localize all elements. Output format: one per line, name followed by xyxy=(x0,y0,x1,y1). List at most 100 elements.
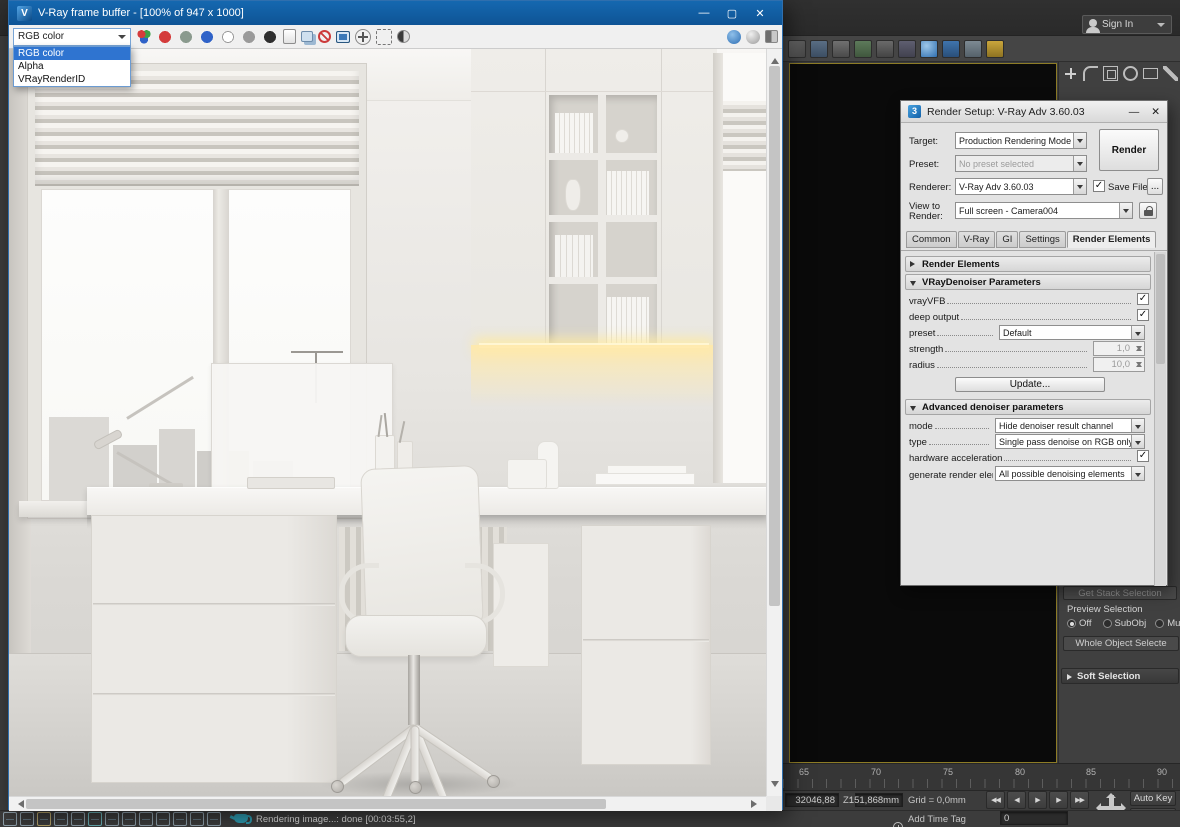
statusbar-mini-icon[interactable] xyxy=(139,812,153,826)
blue-channel-icon[interactable] xyxy=(199,29,215,45)
save-file-browse-button[interactable]: ... xyxy=(1147,178,1163,195)
compare-ab-icon[interactable] xyxy=(397,30,410,43)
radio-subobj[interactable] xyxy=(1103,619,1112,628)
black-level-icon[interactable] xyxy=(262,29,278,45)
dialog-scrollbar[interactable] xyxy=(1154,252,1166,586)
scene-explorer-icon[interactable] xyxy=(854,40,872,58)
utilities-panel-tab-icon[interactable] xyxy=(1163,66,1178,81)
scroll-right-icon[interactable] xyxy=(751,800,761,808)
go-to-end-button[interactable]: ▶▶ xyxy=(1070,791,1089,809)
vfb-titlebar[interactable]: V V-Ray frame buffer - [100% of 947 x 10… xyxy=(9,1,782,25)
render-elements-rollout[interactable]: Render Elements xyxy=(905,256,1151,272)
close-button[interactable]: ✕ xyxy=(746,7,774,20)
render-setup-icon[interactable] xyxy=(942,40,960,58)
whole-object-selected-button[interactable]: Whole Object Selecte xyxy=(1063,636,1179,651)
clear-image-icon[interactable] xyxy=(318,30,331,43)
lens-effects-icon[interactable] xyxy=(765,30,778,43)
track-mouse-icon[interactable] xyxy=(355,29,371,45)
vrayvfb-checkbox[interactable]: ✓ xyxy=(1137,293,1149,305)
radius-spinner[interactable]: 10,0 xyxy=(1093,357,1145,372)
statusbar-mini-icon[interactable] xyxy=(105,812,119,826)
align-icon[interactable] xyxy=(810,40,828,58)
vfb-vertical-scrollbar[interactable] xyxy=(766,49,782,796)
statusbar-mini-icon[interactable] xyxy=(88,812,102,826)
statusbar-mini-icon[interactable] xyxy=(3,812,17,826)
target-dropdown[interactable]: Production Rendering Mode xyxy=(955,132,1087,149)
radio-off[interactable] xyxy=(1067,619,1076,628)
get-stack-selection-button[interactable]: Get Stack Selection xyxy=(1063,586,1177,600)
vfb-vscroll-thumb[interactable] xyxy=(769,66,780,606)
vfb-hscroll-thumb[interactable] xyxy=(26,799,606,809)
dialog-scroll-thumb[interactable] xyxy=(1156,254,1165,364)
duplicate-to-host-icon[interactable] xyxy=(336,31,350,43)
material-editor-icon[interactable] xyxy=(920,40,938,58)
renderer-dropdown[interactable]: V-Ray Adv 3.60.03 xyxy=(955,178,1087,195)
statusbar-mini-icon[interactable] xyxy=(156,812,170,826)
denoiser-preset-dropdown[interactable]: Default xyxy=(999,325,1145,340)
image-history-icon[interactable] xyxy=(301,31,313,42)
type-dropdown[interactable]: Single pass denoise on RGB only xyxy=(995,434,1145,449)
vfb-horizontal-scrollbar[interactable] xyxy=(9,796,766,811)
statusbar-mini-icon[interactable] xyxy=(122,812,136,826)
rgb-channels-icon[interactable] xyxy=(136,29,152,45)
motion-panel-tab-icon[interactable] xyxy=(1123,66,1138,81)
strength-spinner[interactable]: 1,0 xyxy=(1093,341,1145,356)
grayscale-icon[interactable] xyxy=(241,29,257,45)
region-render-icon[interactable] xyxy=(376,29,392,45)
channel-option-alpha[interactable]: Alpha xyxy=(14,60,130,73)
statusbar-mini-icon[interactable] xyxy=(173,812,187,826)
statusbar-mini-icon[interactable] xyxy=(71,812,85,826)
next-frame-button[interactable]: ▶ xyxy=(1049,791,1068,809)
deep-output-checkbox[interactable]: ✓ xyxy=(1137,309,1149,321)
green-channel-icon[interactable] xyxy=(178,29,194,45)
statusbar-mini-icon[interactable] xyxy=(37,812,51,826)
render-button[interactable]: Render xyxy=(1099,129,1159,171)
preset-dropdown[interactable]: No preset selected xyxy=(955,155,1087,172)
scroll-left-icon[interactable] xyxy=(14,800,24,808)
hierarchy-panel-tab-icon[interactable] xyxy=(1103,66,1118,81)
soft-selection-rollout[interactable]: Soft Selection xyxy=(1061,668,1179,684)
statusbar-mini-icon[interactable] xyxy=(20,812,34,826)
statusbar-mini-icon[interactable] xyxy=(190,812,204,826)
tab-common[interactable]: Common xyxy=(906,231,957,248)
view-to-render-dropdown[interactable]: Full screen - Camera004 xyxy=(955,202,1133,219)
tab-gi[interactable]: GI xyxy=(996,231,1018,248)
spinner-down-icon[interactable] xyxy=(1136,362,1142,369)
mirror-icon[interactable] xyxy=(788,40,806,58)
current-frame-field[interactable]: 0 xyxy=(1000,811,1068,825)
schematic-view-icon[interactable] xyxy=(898,40,916,58)
alpha-channel-icon[interactable] xyxy=(220,29,236,45)
channel-option-rgb[interactable]: RGB color xyxy=(14,47,130,60)
tab-vray[interactable]: V-Ray xyxy=(958,231,996,248)
scroll-up-icon[interactable] xyxy=(771,54,779,64)
statusbar-mini-icon[interactable] xyxy=(207,812,221,826)
spinner-down-icon[interactable] xyxy=(1136,346,1142,353)
curve-editor-icon[interactable] xyxy=(876,40,894,58)
minimize-button[interactable]: — xyxy=(690,7,718,20)
generate-render-elements-dropdown[interactable]: All possible denoising elements xyxy=(995,466,1145,481)
play-button[interactable]: ▶ xyxy=(1028,791,1047,809)
vfb-render-image[interactable] xyxy=(9,49,766,796)
maximize-button[interactable]: ▢ xyxy=(718,7,746,20)
auto-key-button[interactable]: Auto Key xyxy=(1130,791,1176,806)
sign-in-button[interactable]: Sign In xyxy=(1082,15,1172,34)
color-corrections-globe-icon[interactable] xyxy=(727,30,741,44)
tab-settings[interactable]: Settings xyxy=(1019,231,1065,248)
save-file-checkbox[interactable]: ✓ xyxy=(1093,180,1105,192)
go-to-start-button[interactable]: ◀◀ xyxy=(986,791,1005,809)
red-channel-icon[interactable] xyxy=(157,29,173,45)
dialog-close-button[interactable]: ✕ xyxy=(1151,106,1160,118)
render-production-icon[interactable] xyxy=(986,40,1004,58)
lock-view-button[interactable] xyxy=(1139,202,1157,219)
scroll-down-icon[interactable] xyxy=(771,781,779,791)
coordinate-z-field[interactable]: 151,868mm xyxy=(855,793,903,807)
modify-panel-tab-icon[interactable] xyxy=(1083,66,1098,81)
channel-select[interactable]: RGB color xyxy=(13,28,131,46)
mode-dropdown[interactable]: Hide denoiser result channel xyxy=(995,418,1145,433)
radio-multi[interactable] xyxy=(1155,619,1164,628)
channel-option-vrayrenderid[interactable]: VRayRenderID xyxy=(14,73,130,86)
track-bar[interactable]: 65 70 75 80 85 90 xyxy=(783,763,1180,790)
previous-frame-button[interactable]: ◀ xyxy=(1007,791,1026,809)
tab-render-elements[interactable]: Render Elements xyxy=(1067,231,1157,248)
save-image-icon[interactable] xyxy=(283,29,296,44)
